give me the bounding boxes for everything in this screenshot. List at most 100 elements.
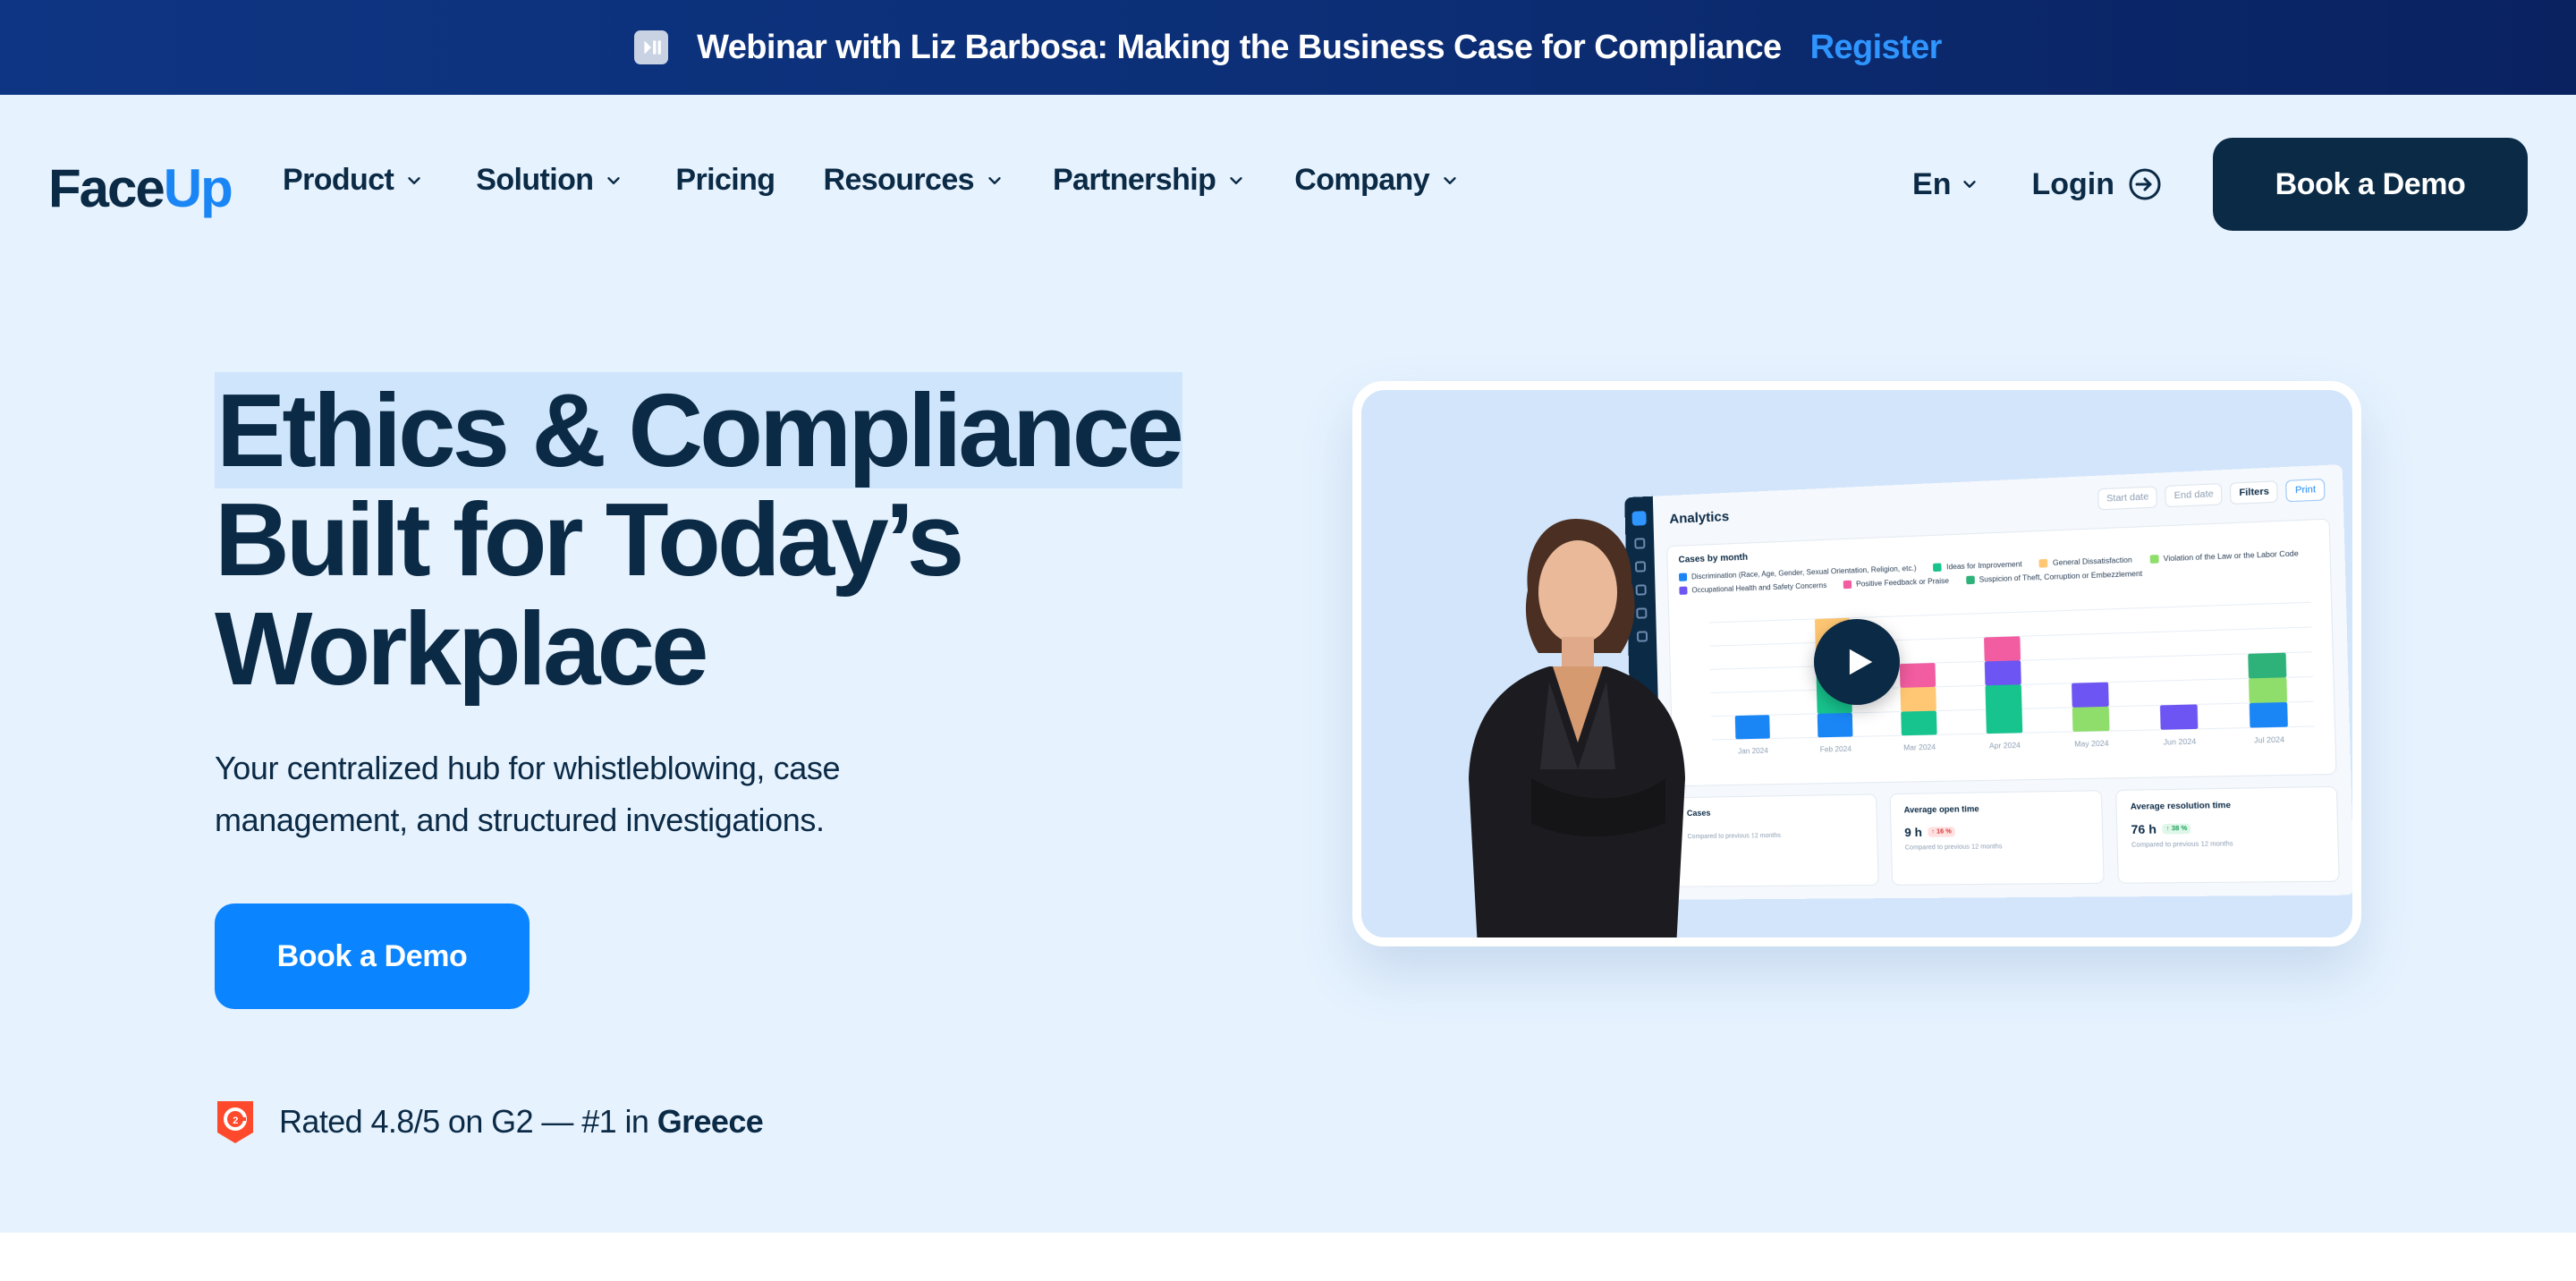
stat-note: Compared to previous 12 months (1904, 844, 2003, 852)
print-button: Print (2285, 478, 2326, 503)
x-tick-label: Jul 2024 (2254, 735, 2285, 744)
chevron-down-icon (1963, 181, 1977, 188)
filters-button: Filters (2230, 480, 2279, 505)
nav-item-company[interactable]: Company (1294, 163, 1460, 198)
video-play-button[interactable] (1814, 619, 1900, 705)
stat-label: Average resolution time (2130, 800, 2232, 811)
register-link[interactable]: Register (1810, 29, 1943, 67)
chart-legend: Discrimination (Race, Age, Gender, Sexua… (1678, 548, 2318, 595)
headline-line-1: Ethics & Compliance (215, 372, 1184, 488)
x-tick-label: Mar 2024 (1903, 743, 1936, 752)
legend-swatch (2149, 555, 2159, 564)
language-label: En (1912, 166, 1952, 201)
stat-change-badge: ↑ 16 % (1928, 827, 1956, 837)
nav-item-label: Company (1294, 163, 1430, 197)
bar-segment (1899, 663, 1936, 688)
stat-value: 9 h (1904, 825, 1923, 840)
nav-item-pricing[interactable]: Pricing (675, 163, 775, 198)
bar-segment (2072, 682, 2109, 708)
stat-note: Compared to previous 12 months (2131, 841, 2233, 849)
x-tick-label: Jun 2024 (2163, 737, 2196, 746)
nav-item-label: Partnership (1052, 163, 1216, 197)
legend-label: Ideas for Improvement (1946, 559, 2022, 572)
legend-swatch (1843, 580, 1852, 590)
nav-item-resources[interactable]: Resources (823, 163, 1004, 198)
bar-segment (2249, 701, 2288, 728)
logo-text-up: Up (163, 158, 233, 218)
cases-chart-panel: Cases by month Discrimination (Race, Age… (1666, 518, 2337, 787)
hero-subtitle: Your centralized hub for whistleblowing,… (215, 742, 948, 846)
rating-country: Greece (657, 1103, 764, 1140)
dashboard-main: Analytics Start date End date Filters Pr… (1652, 464, 2352, 900)
presenter-image (1469, 519, 1685, 937)
nav-item-product[interactable]: Product (283, 163, 424, 198)
nav-item-solution[interactable]: Solution (476, 163, 623, 198)
x-tick-label: May 2024 (2074, 739, 2109, 748)
stat-label: Average open time (1903, 803, 1979, 815)
legend-label: Violation of the Law or the Labor Code (2163, 549, 2299, 564)
stat-value-row: 9 h ↑ 16 % (1904, 823, 2089, 839)
bar-segment (1901, 710, 1937, 736)
hero-headline: Ethics & Compliance Built for Today’s Wo… (215, 372, 1199, 703)
nav-book-demo-button[interactable]: Book a Demo (2213, 138, 2528, 231)
chevron-down-icon (1444, 176, 1456, 184)
g2-badge-icon: 2 (217, 1101, 253, 1143)
nav-item-label: Solution (476, 163, 594, 197)
stat-card: Average open time 9 h ↑ 16 % Compared to pr… (1889, 790, 2105, 886)
faceup-logo[interactable]: Face Up (48, 157, 233, 219)
headline-line-3: Workplace (215, 590, 709, 707)
chevron-down-icon (988, 176, 1001, 184)
bar-segment (1985, 684, 2023, 734)
end-date-field: End date (2165, 483, 2224, 508)
play-icon (1849, 649, 1873, 675)
x-tick-label: Jan 2024 (1738, 747, 1769, 756)
stat-value-row: 76 h ↑ 38 % (2131, 819, 2323, 836)
bar-segment (2072, 706, 2110, 732)
nav-item-partnership[interactable]: Partnership (1053, 163, 1246, 198)
g2-rating: 2 Rated 4.8/5 on G2 — #1 in Greece (215, 1099, 764, 1145)
logo-text-face: Face (48, 158, 165, 218)
legend-item: General Dissatisfaction (2038, 556, 2132, 568)
legend-label: General Dissatisfaction (2052, 556, 2132, 568)
language-selector[interactable]: En (1912, 167, 1979, 202)
gridline (1709, 602, 2311, 623)
stacked-bar-chart: Jan 2024 Feb 2024 Mar 2024 Apr 2024 May 2024… (1696, 597, 2315, 756)
analytics-dashboard: Analytics Start date End date Filters Pr… (1624, 464, 2352, 901)
bar-segment (2248, 677, 2288, 703)
bar-segment (1984, 660, 2021, 686)
chevron-down-icon (607, 176, 621, 184)
section-divider (0, 1233, 2576, 1281)
legend-swatch (1965, 575, 1975, 585)
subtitle-line-1: Your centralized hub for whistleblowing,… (215, 750, 841, 786)
x-tick-label: Feb 2024 (1820, 745, 1852, 754)
legend-swatch (1933, 563, 1943, 573)
banner-text: Webinar with Liz Barbosa: Making the Bus… (697, 28, 1782, 66)
start-date-field: Start date (2097, 486, 2158, 511)
bar-segment (2248, 652, 2287, 679)
nav-item-label: Resources (823, 163, 974, 197)
legend-label: Positive Feedback or Praise (1856, 576, 1950, 589)
stat-value: 76 h (2131, 822, 2157, 837)
hero-book-demo-button[interactable]: Book a Demo (215, 903, 530, 1009)
webinar-banner: Webinar with Liz Barbosa: Making the Bus… (0, 0, 2576, 95)
legend-item: Ideas for Improvement (1933, 559, 2022, 573)
legend-label: Suspicion of Theft, Corruption or Embezz… (1979, 569, 2143, 584)
bar-segment (1817, 712, 1853, 738)
bar-segment (2159, 704, 2199, 730)
rating-prefix: Rated 4.8/5 on G2 — #1 in (279, 1103, 649, 1140)
play-pause-icon (634, 30, 669, 64)
x-tick-label: Apr 2024 (1989, 742, 2021, 751)
chart-plot: Jan 2024 Feb 2024 Mar 2024 Apr 2024 May 2024… (1696, 597, 2315, 762)
main-nav: Face Up Product Solution Pricing Resources Pa… (0, 95, 2576, 274)
bar-segment (1900, 686, 1936, 712)
bar-segment (1734, 715, 1770, 740)
subtitle-line-2: management, and structured investigation… (215, 802, 825, 838)
legend-swatch (2038, 558, 2048, 568)
chevron-down-icon (1230, 176, 1242, 184)
legend-item: Suspicion of Theft, Corruption or Embezz… (1965, 569, 2143, 585)
nav-right: En Login Book a Demo (1912, 138, 2528, 231)
nav-menu: Product Solution Pricing Resources Partnersh… (283, 163, 1460, 198)
login-link[interactable]: Login (2031, 166, 2163, 202)
svg-text:2: 2 (233, 1116, 238, 1126)
video-card[interactable]: Analytics Start date End date Filters Pr… (1352, 381, 2361, 946)
